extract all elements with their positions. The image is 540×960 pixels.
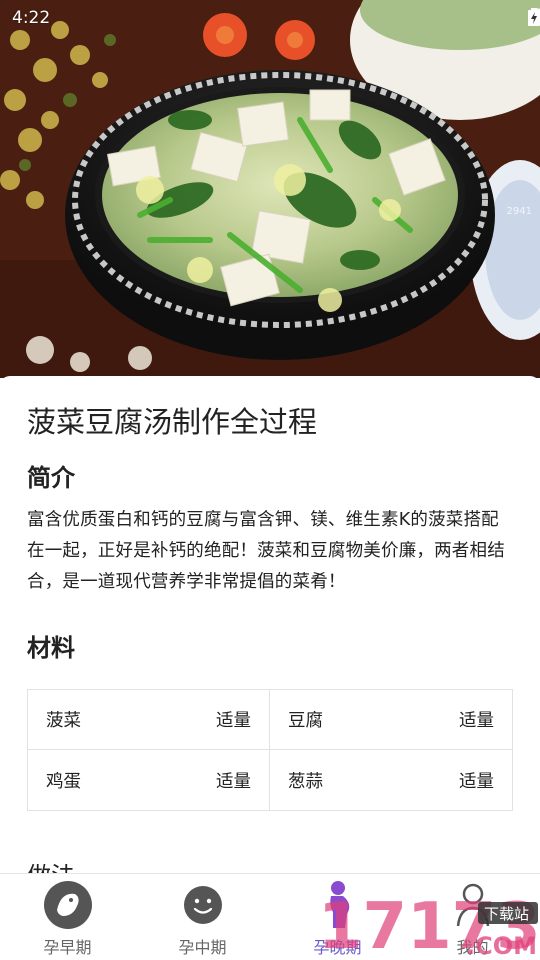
material-name: 豆腐 [288,711,323,731]
materials-table: 菠菜 适量 豆腐 适量 鸡蛋 适量 葱蒜 适量 [27,689,513,811]
recipe-title: 菠菜豆腐汤制作全过程 [27,405,318,439]
battery-icon [528,8,540,26]
bottom-navigation: 孕早期 孕中期 孕晚期 我的 [0,873,540,960]
status-bar: 4:22 [0,0,540,36]
pregnant-woman-icon [313,880,363,930]
nav-label: 孕早期 [43,938,92,957]
material-name: 鸡蛋 [46,771,81,792]
materials-heading: 材料 [27,634,75,662]
intro-heading: 简介 [27,464,75,492]
recipe-hero-image: 2941 4:22 [0,0,540,378]
material-amount: 适量 [216,771,251,792]
intro-text: 富含优质蛋白和钙的豆腐与富含钾、镁、维生素K的菠菜搭配在一起，正好是补钙的绝配！… [27,510,505,592]
material-cell: 豆腐 适量 [270,690,512,750]
nav-item-mine[interactable]: 我的 [405,874,540,960]
person-icon [448,880,498,930]
material-cell: 菠菜 适量 [28,690,270,750]
nav-item-early-pregnancy[interactable]: 孕早期 [0,874,135,960]
material-amount: 适量 [459,771,494,792]
nav-label: 我的 [456,938,489,957]
image-watermark: 2941 [506,206,532,217]
material-name: 菠菜 [46,711,81,731]
nav-label: 孕中期 [178,938,227,957]
soup-bowl-illustration [0,0,540,378]
nav-label: 孕晚期 [313,938,362,957]
nav-item-mid-pregnancy[interactable]: 孕中期 [135,874,270,960]
material-amount: 适量 [459,711,494,731]
recipe-content: 菠菜豆腐汤制作全过程 简介 富含优质蛋白和钙的豆腐与富含钾、镁、维生素K的菠菜搭… [0,376,540,876]
material-amount: 适量 [216,711,251,731]
nav-item-late-pregnancy[interactable]: 孕晚期 [270,874,405,960]
baby-face-icon [43,880,93,930]
material-cell: 鸡蛋 适量 [28,750,270,810]
material-cell: 葱蒜 适量 [270,750,512,810]
status-time: 4:22 [12,8,51,28]
smiley-face-icon [178,880,228,930]
material-name: 葱蒜 [288,771,323,792]
